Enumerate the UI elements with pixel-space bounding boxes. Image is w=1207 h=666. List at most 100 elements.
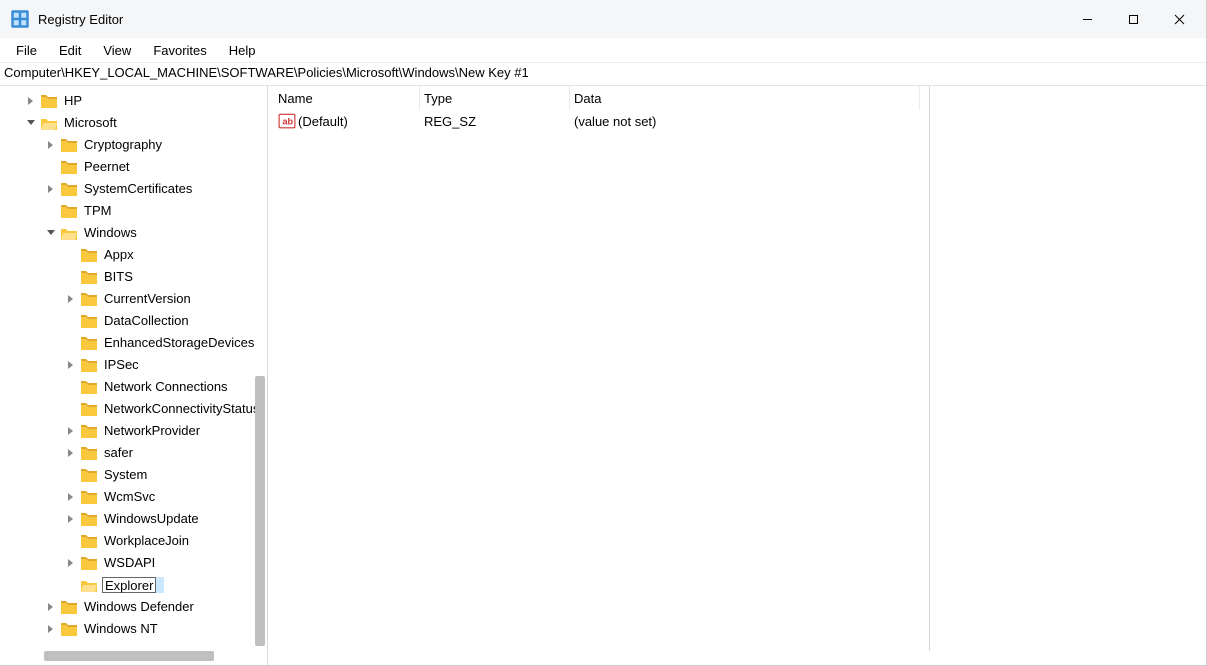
folder-icon <box>80 314 98 328</box>
tree-node-windows[interactable]: Windows <box>2 222 267 244</box>
address-bar[interactable]: Computer\HKEY_LOCAL_MACHINE\SOFTWARE\Pol… <box>0 62 1206 86</box>
menu-favorites[interactable]: Favorites <box>143 41 216 60</box>
folder-icon <box>80 402 98 416</box>
tree-node-peernet[interactable]: Peernet <box>2 156 267 178</box>
folder-icon <box>80 424 98 438</box>
folder-icon <box>80 512 98 526</box>
tree-node-windowsdefender[interactable]: Windows Defender <box>2 596 267 618</box>
tree-label: WcmSvc <box>102 486 155 508</box>
minimize-button[interactable] <box>1064 0 1110 38</box>
chevron-right-icon[interactable] <box>64 490 78 504</box>
folder-icon <box>80 380 98 394</box>
menu-help[interactable]: Help <box>219 41 266 60</box>
chevron-right-icon[interactable] <box>44 182 58 196</box>
svg-text:ab: ab <box>283 116 294 126</box>
value-data: (value not set) <box>570 114 920 129</box>
tree-label: SystemCertificates <box>82 178 192 200</box>
titlebar: Registry Editor <box>0 0 1206 38</box>
chevron-right-icon[interactable] <box>64 424 78 438</box>
workspace: HP Microsoft Cryptography Peernet Syst <box>0 86 1206 665</box>
menu-file[interactable]: File <box>6 41 47 60</box>
horizontal-scrollbar[interactable] <box>44 651 214 661</box>
tree-node-bits[interactable]: BITS <box>2 266 267 288</box>
tree-label: Appx <box>102 244 134 266</box>
chevron-right-icon[interactable] <box>44 600 58 614</box>
rename-input[interactable]: Explorer <box>102 577 156 593</box>
chevron-right-icon[interactable] <box>64 292 78 306</box>
menu-view[interactable]: View <box>93 41 141 60</box>
tree-node-wsdapi[interactable]: WSDAPI <box>2 552 267 574</box>
list-header: Name Type Data <box>268 86 1206 110</box>
folder-icon <box>80 490 98 504</box>
chevron-right-icon[interactable] <box>44 138 58 152</box>
tree-node-networkprovider[interactable]: NetworkProvider <box>2 420 267 442</box>
tree-label: Peernet <box>82 156 130 178</box>
folder-icon <box>60 138 78 152</box>
menu-edit[interactable]: Edit <box>49 41 91 60</box>
tree-label: WorkplaceJoin <box>102 530 189 552</box>
folder-icon <box>60 600 78 614</box>
tree-node-wcmsvc[interactable]: WcmSvc <box>2 486 267 508</box>
tree-label: IPSec <box>102 354 139 376</box>
folder-icon <box>80 468 98 482</box>
folder-open-icon <box>60 226 78 240</box>
folder-icon <box>60 204 78 218</box>
chevron-down-icon[interactable] <box>44 226 58 240</box>
maximize-button[interactable] <box>1110 0 1156 38</box>
column-header-type[interactable]: Type <box>420 86 570 110</box>
tree-label: Network Connections <box>102 376 228 398</box>
column-header-data[interactable]: Data <box>570 86 920 110</box>
list-right-divider <box>929 86 930 651</box>
tree-label: DataCollection <box>102 310 189 332</box>
tree-node-tpm[interactable]: TPM <box>2 200 267 222</box>
chevron-down-icon[interactable] <box>24 116 38 130</box>
tree-node-currentversion[interactable]: CurrentVersion <box>2 288 267 310</box>
tree-node-networkconnectivity[interactable]: NetworkConnectivityStatus <box>2 398 267 420</box>
tree-node-workplacejoin[interactable]: WorkplaceJoin <box>2 530 267 552</box>
chevron-right-icon[interactable] <box>24 94 38 108</box>
tree-label: BITS <box>102 266 133 288</box>
tree-pane: HP Microsoft Cryptography Peernet Syst <box>0 86 268 665</box>
folder-icon <box>80 248 98 262</box>
folder-icon <box>60 160 78 174</box>
tree-node-cryptography[interactable]: Cryptography <box>2 134 267 156</box>
tree-label: TPM <box>82 200 111 222</box>
value-name: (Default) <box>298 114 348 129</box>
vertical-scrollbar[interactable] <box>255 376 265 646</box>
tree-node-appx[interactable]: Appx <box>2 244 267 266</box>
chevron-right-icon[interactable] <box>64 556 78 570</box>
app-icon <box>10 9 30 29</box>
tree-node-networkconnections[interactable]: Network Connections <box>2 376 267 398</box>
list-pane: Name Type Data ab (Default) REG_SZ (valu… <box>268 86 1206 665</box>
tree-label: Windows Defender <box>82 596 194 618</box>
tree-node-newkey-editing[interactable]: Explorer <box>2 574 267 596</box>
tree-node-ipsec[interactable]: IPSec <box>2 354 267 376</box>
close-button[interactable] <box>1156 0 1202 38</box>
chevron-right-icon[interactable] <box>64 446 78 460</box>
tree-node-system[interactable]: System <box>2 464 267 486</box>
folder-icon <box>60 182 78 196</box>
folder-icon <box>80 270 98 284</box>
tree-node-enhancedstorage[interactable]: EnhancedStorageDevices <box>2 332 267 354</box>
tree-label: CurrentVersion <box>102 288 191 310</box>
value-type: REG_SZ <box>420 114 570 129</box>
tree-label: EnhancedStorageDevices <box>102 332 254 354</box>
folder-icon <box>80 446 98 460</box>
tree-label: Cryptography <box>82 134 162 156</box>
list-row[interactable]: ab (Default) REG_SZ (value not set) <box>268 110 1206 132</box>
chevron-right-icon[interactable] <box>64 512 78 526</box>
column-header-name[interactable]: Name <box>274 86 420 110</box>
tree-node-windowsupdate[interactable]: WindowsUpdate <box>2 508 267 530</box>
tree-node-systemcertificates[interactable]: SystemCertificates <box>2 178 267 200</box>
tree-label: Windows <box>82 222 137 244</box>
chevron-right-icon[interactable] <box>44 622 58 636</box>
tree-node-datacollection[interactable]: DataCollection <box>2 310 267 332</box>
tree-label: Microsoft <box>62 112 117 134</box>
tree-node-safer[interactable]: safer <box>2 442 267 464</box>
tree-node-microsoft[interactable]: Microsoft <box>2 112 267 134</box>
tree-label: Windows NT <box>82 618 158 640</box>
tree-node-windowsnt[interactable]: Windows NT <box>2 618 267 640</box>
folder-icon <box>80 292 98 306</box>
tree-node-hp[interactable]: HP <box>2 90 267 112</box>
chevron-right-icon[interactable] <box>64 358 78 372</box>
